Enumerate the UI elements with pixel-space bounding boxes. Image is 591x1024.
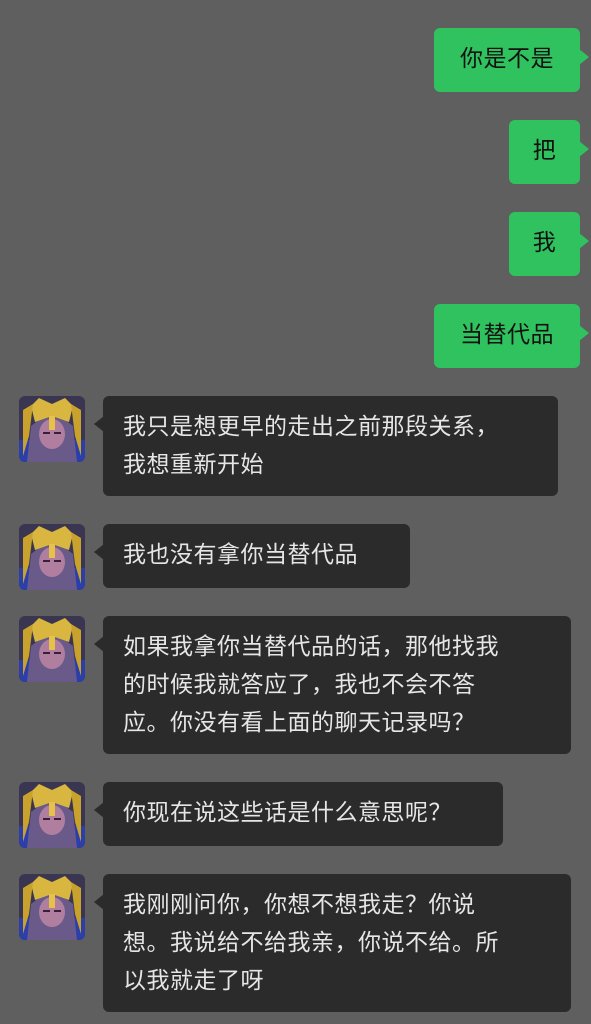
anime-character-avatar-icon (19, 782, 85, 848)
message-text: 你是不是 (460, 46, 554, 72)
message-text: 我刚刚问你，你想不想我走？你说 想。我说给不给我亲，你说不给。所 以我就走了呀 (123, 892, 499, 994)
contact-avatar[interactable] (19, 782, 85, 848)
message-text: 如果我拿你当替代品的话，那他找我 的时候我就答应了，我也不会不答 应。你没有看上… (123, 634, 499, 736)
message-text: 我也没有拿你当替代品 (123, 542, 358, 568)
contact-avatar[interactable] (19, 396, 85, 462)
incoming-message-bubble[interactable]: 我只是想更早的走出之前那段关系， 我想重新开始 (94, 396, 558, 496)
anime-character-avatar-icon (19, 524, 85, 590)
message-text: 把 (532, 138, 557, 164)
chat-message-list[interactable]: 你是不是 把 我 当替代品 我只是想更早的走出之前那段关系， 我想重新开始 我也… (0, 0, 591, 1024)
contact-avatar[interactable] (19, 874, 85, 940)
anime-character-avatar-icon (19, 874, 85, 940)
outgoing-message-bubble[interactable]: 把 (509, 120, 589, 184)
incoming-message-bubble[interactable]: 如果我拿你当替代品的话，那他找我 的时候我就答应了，我也不会不答 应。你没有看上… (94, 616, 571, 754)
message-text: 我只是想更早的走出之前那段关系， 我想重新开始 (123, 414, 499, 478)
outgoing-message-bubble[interactable]: 你是不是 (434, 28, 589, 92)
anime-character-avatar-icon (19, 396, 85, 462)
outgoing-message-bubble[interactable]: 我 (509, 212, 589, 276)
incoming-message-bubble[interactable]: 我刚刚问你，你想不想我走？你说 想。我说给不给我亲，你说不给。所 以我就走了呀 (94, 874, 571, 1012)
incoming-message-bubble[interactable]: 你现在说这些话是什么意思呢？ (94, 782, 503, 846)
contact-avatar[interactable] (19, 524, 85, 590)
anime-character-avatar-icon (19, 616, 85, 682)
message-text: 你现在说这些话是什么意思呢？ (123, 800, 452, 826)
incoming-message-bubble[interactable]: 我也没有拿你当替代品 (94, 524, 410, 588)
contact-avatar[interactable] (19, 616, 85, 682)
message-text: 当替代品 (460, 322, 554, 348)
message-text: 我 (532, 230, 557, 256)
outgoing-message-bubble[interactable]: 当替代品 (434, 304, 589, 368)
